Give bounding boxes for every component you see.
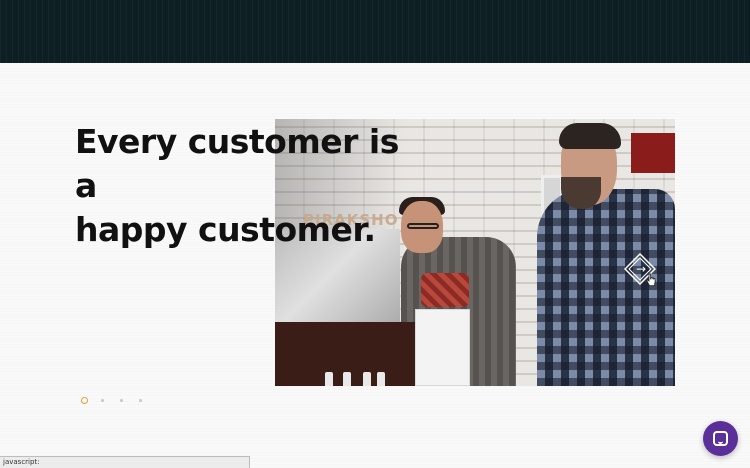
hero-headline: Every customer is a happy customer. <box>75 120 415 252</box>
chat-launcher-button[interactable] <box>703 421 738 456</box>
hand-cursor-icon <box>646 273 656 286</box>
status-text: javascript: <box>3 458 40 466</box>
browser-status-bar: javascript: <box>0 456 250 468</box>
carousel-dot-2[interactable] <box>101 399 104 402</box>
apple-logo-icon <box>309 251 327 269</box>
carousel-dot-1[interactable] <box>81 397 88 404</box>
shopping-bag <box>415 309 470 386</box>
person-right <box>537 189 675 386</box>
headline-line-1: Every customer is a <box>75 122 399 205</box>
top-banner <box>0 0 750 63</box>
carousel-dot-4[interactable] <box>139 399 142 402</box>
chat-icon <box>713 431 728 446</box>
sneaker <box>421 273 469 307</box>
carousel-dot-3[interactable] <box>120 399 123 402</box>
wall-frame <box>631 133 675 173</box>
headline-line-2: happy customer. <box>75 210 376 249</box>
